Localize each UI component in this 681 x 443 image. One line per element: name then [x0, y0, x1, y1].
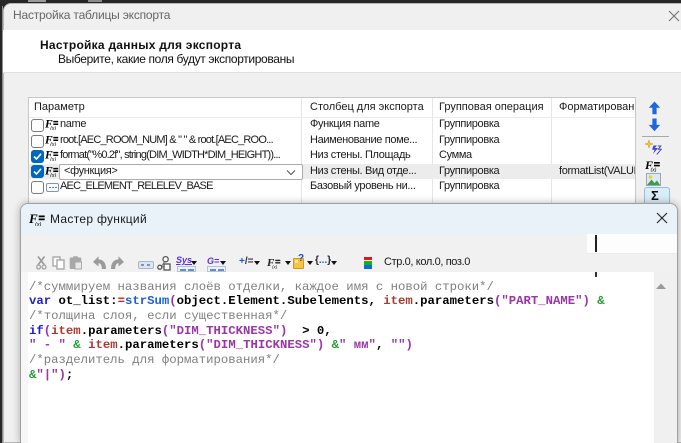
svg-text:(x): (x)	[50, 172, 56, 176]
svg-text:(x): (x)	[651, 168, 657, 172]
svg-text:(x): (x)	[50, 126, 56, 130]
svg-text:(x): (x)	[50, 157, 56, 161]
svg-text:(x): (x)	[35, 222, 42, 226]
svg-text:(x): (x)	[272, 265, 278, 270]
svg-text:(x): (x)	[50, 141, 56, 145]
